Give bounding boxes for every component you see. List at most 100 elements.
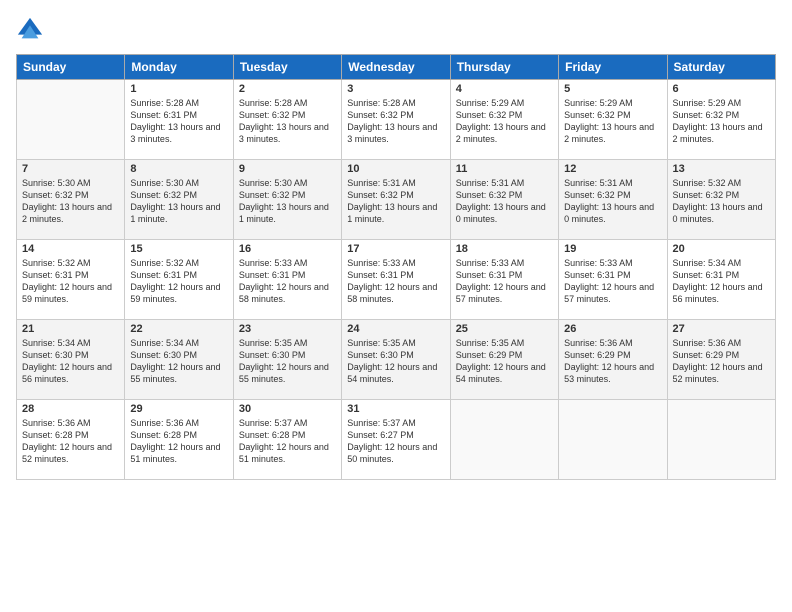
calendar-cell: 1 Sunrise: 5:28 AMSunset: 6:31 PMDayligh… (125, 80, 233, 160)
calendar-cell (450, 400, 558, 480)
day-info: Sunrise: 5:30 AMSunset: 6:32 PMDaylight:… (130, 177, 227, 226)
day-info: Sunrise: 5:36 AMSunset: 6:29 PMDaylight:… (673, 337, 770, 386)
calendar-row: 21 Sunrise: 5:34 AMSunset: 6:30 PMDaylig… (17, 320, 776, 400)
day-info: Sunrise: 5:32 AMSunset: 6:31 PMDaylight:… (130, 257, 227, 306)
day-number: 11 (456, 163, 553, 175)
day-info: Sunrise: 5:34 AMSunset: 6:31 PMDaylight:… (673, 257, 770, 306)
day-info: Sunrise: 5:30 AMSunset: 6:32 PMDaylight:… (22, 177, 119, 226)
header-cell: Wednesday (342, 55, 450, 80)
logo (16, 16, 48, 44)
header-cell: Sunday (17, 55, 125, 80)
day-number: 29 (130, 403, 227, 415)
day-info: Sunrise: 5:36 AMSunset: 6:28 PMDaylight:… (130, 417, 227, 466)
day-number: 12 (564, 163, 661, 175)
day-number: 21 (22, 323, 119, 335)
day-number: 4 (456, 83, 553, 95)
day-number: 23 (239, 323, 336, 335)
day-info: Sunrise: 5:34 AMSunset: 6:30 PMDaylight:… (130, 337, 227, 386)
day-info: Sunrise: 5:37 AMSunset: 6:28 PMDaylight:… (239, 417, 336, 466)
header-cell: Monday (125, 55, 233, 80)
header-cell: Thursday (450, 55, 558, 80)
day-number: 14 (22, 243, 119, 255)
day-info: Sunrise: 5:28 AMSunset: 6:32 PMDaylight:… (239, 97, 336, 146)
day-number: 8 (130, 163, 227, 175)
calendar-cell: 12 Sunrise: 5:31 AMSunset: 6:32 PMDaylig… (559, 160, 667, 240)
calendar-cell: 10 Sunrise: 5:31 AMSunset: 6:32 PMDaylig… (342, 160, 450, 240)
calendar-cell: 17 Sunrise: 5:33 AMSunset: 6:31 PMDaylig… (342, 240, 450, 320)
calendar-cell (17, 80, 125, 160)
day-info: Sunrise: 5:33 AMSunset: 6:31 PMDaylight:… (564, 257, 661, 306)
day-info: Sunrise: 5:32 AMSunset: 6:31 PMDaylight:… (22, 257, 119, 306)
calendar-cell: 24 Sunrise: 5:35 AMSunset: 6:30 PMDaylig… (342, 320, 450, 400)
day-info: Sunrise: 5:29 AMSunset: 6:32 PMDaylight:… (456, 97, 553, 146)
calendar-cell: 8 Sunrise: 5:30 AMSunset: 6:32 PMDayligh… (125, 160, 233, 240)
day-number: 20 (673, 243, 770, 255)
calendar-row: 7 Sunrise: 5:30 AMSunset: 6:32 PMDayligh… (17, 160, 776, 240)
calendar-cell: 7 Sunrise: 5:30 AMSunset: 6:32 PMDayligh… (17, 160, 125, 240)
calendar-cell: 27 Sunrise: 5:36 AMSunset: 6:29 PMDaylig… (667, 320, 775, 400)
day-number: 17 (347, 243, 444, 255)
day-info: Sunrise: 5:31 AMSunset: 6:32 PMDaylight:… (564, 177, 661, 226)
day-number: 6 (673, 83, 770, 95)
day-number: 9 (239, 163, 336, 175)
calendar-cell: 31 Sunrise: 5:37 AMSunset: 6:27 PMDaylig… (342, 400, 450, 480)
calendar-cell: 3 Sunrise: 5:28 AMSunset: 6:32 PMDayligh… (342, 80, 450, 160)
header-cell: Saturday (667, 55, 775, 80)
day-info: Sunrise: 5:29 AMSunset: 6:32 PMDaylight:… (673, 97, 770, 146)
calendar-cell: 11 Sunrise: 5:31 AMSunset: 6:32 PMDaylig… (450, 160, 558, 240)
day-info: Sunrise: 5:33 AMSunset: 6:31 PMDaylight:… (456, 257, 553, 306)
day-number: 2 (239, 83, 336, 95)
day-info: Sunrise: 5:37 AMSunset: 6:27 PMDaylight:… (347, 417, 444, 466)
calendar-cell: 28 Sunrise: 5:36 AMSunset: 6:28 PMDaylig… (17, 400, 125, 480)
day-number: 5 (564, 83, 661, 95)
calendar-row: 14 Sunrise: 5:32 AMSunset: 6:31 PMDaylig… (17, 240, 776, 320)
calendar-cell: 9 Sunrise: 5:30 AMSunset: 6:32 PMDayligh… (233, 160, 341, 240)
calendar-cell: 23 Sunrise: 5:35 AMSunset: 6:30 PMDaylig… (233, 320, 341, 400)
logo-icon (16, 16, 44, 44)
calendar-cell: 14 Sunrise: 5:32 AMSunset: 6:31 PMDaylig… (17, 240, 125, 320)
day-info: Sunrise: 5:35 AMSunset: 6:30 PMDaylight:… (347, 337, 444, 386)
day-number: 7 (22, 163, 119, 175)
calendar-cell: 29 Sunrise: 5:36 AMSunset: 6:28 PMDaylig… (125, 400, 233, 480)
calendar-cell: 13 Sunrise: 5:32 AMSunset: 6:32 PMDaylig… (667, 160, 775, 240)
day-info: Sunrise: 5:36 AMSunset: 6:29 PMDaylight:… (564, 337, 661, 386)
day-info: Sunrise: 5:34 AMSunset: 6:30 PMDaylight:… (22, 337, 119, 386)
header-row: SundayMondayTuesdayWednesdayThursdayFrid… (17, 55, 776, 80)
day-info: Sunrise: 5:31 AMSunset: 6:32 PMDaylight:… (456, 177, 553, 226)
day-number: 16 (239, 243, 336, 255)
calendar-cell: 4 Sunrise: 5:29 AMSunset: 6:32 PMDayligh… (450, 80, 558, 160)
page-container: SundayMondayTuesdayWednesdayThursdayFrid… (0, 0, 792, 488)
day-number: 24 (347, 323, 444, 335)
calendar-cell: 25 Sunrise: 5:35 AMSunset: 6:29 PMDaylig… (450, 320, 558, 400)
calendar-cell: 19 Sunrise: 5:33 AMSunset: 6:31 PMDaylig… (559, 240, 667, 320)
day-number: 18 (456, 243, 553, 255)
day-info: Sunrise: 5:28 AMSunset: 6:31 PMDaylight:… (130, 97, 227, 146)
calendar-cell: 18 Sunrise: 5:33 AMSunset: 6:31 PMDaylig… (450, 240, 558, 320)
day-info: Sunrise: 5:30 AMSunset: 6:32 PMDaylight:… (239, 177, 336, 226)
day-number: 15 (130, 243, 227, 255)
day-info: Sunrise: 5:29 AMSunset: 6:32 PMDaylight:… (564, 97, 661, 146)
day-number: 25 (456, 323, 553, 335)
calendar-cell: 26 Sunrise: 5:36 AMSunset: 6:29 PMDaylig… (559, 320, 667, 400)
day-info: Sunrise: 5:36 AMSunset: 6:28 PMDaylight:… (22, 417, 119, 466)
day-number: 3 (347, 83, 444, 95)
calendar-row: 1 Sunrise: 5:28 AMSunset: 6:31 PMDayligh… (17, 80, 776, 160)
day-info: Sunrise: 5:35 AMSunset: 6:29 PMDaylight:… (456, 337, 553, 386)
day-number: 13 (673, 163, 770, 175)
day-info: Sunrise: 5:28 AMSunset: 6:32 PMDaylight:… (347, 97, 444, 146)
day-info: Sunrise: 5:31 AMSunset: 6:32 PMDaylight:… (347, 177, 444, 226)
day-number: 28 (22, 403, 119, 415)
day-info: Sunrise: 5:32 AMSunset: 6:32 PMDaylight:… (673, 177, 770, 226)
calendar-cell: 2 Sunrise: 5:28 AMSunset: 6:32 PMDayligh… (233, 80, 341, 160)
day-info: Sunrise: 5:33 AMSunset: 6:31 PMDaylight:… (347, 257, 444, 306)
header-cell: Friday (559, 55, 667, 80)
day-number: 22 (130, 323, 227, 335)
calendar-cell: 5 Sunrise: 5:29 AMSunset: 6:32 PMDayligh… (559, 80, 667, 160)
calendar-cell: 6 Sunrise: 5:29 AMSunset: 6:32 PMDayligh… (667, 80, 775, 160)
day-number: 26 (564, 323, 661, 335)
calendar-row: 28 Sunrise: 5:36 AMSunset: 6:28 PMDaylig… (17, 400, 776, 480)
calendar-cell: 21 Sunrise: 5:34 AMSunset: 6:30 PMDaylig… (17, 320, 125, 400)
day-number: 31 (347, 403, 444, 415)
day-number: 19 (564, 243, 661, 255)
calendar-cell (559, 400, 667, 480)
